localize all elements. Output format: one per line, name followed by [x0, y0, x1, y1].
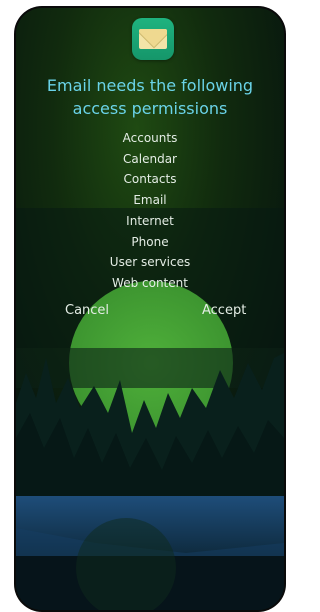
permission-item: Web content	[112, 275, 188, 290]
email-app-icon	[132, 18, 174, 60]
permission-dialog-title: Email needs the following access permiss…	[46, 76, 254, 118]
accept-button[interactable]: Accept	[202, 302, 246, 320]
device-screen: Email needs the following access permiss…	[16, 8, 284, 610]
permission-item: Email	[133, 193, 167, 208]
permission-item: Contacts	[123, 172, 177, 187]
envelope-icon	[139, 29, 167, 49]
cancel-button[interactable]: Cancel	[65, 302, 109, 320]
permission-list: Accounts Calendar Contacts Email Interne…	[16, 128, 284, 294]
permission-item: Accounts	[122, 131, 178, 145]
permission-item: User services	[109, 255, 191, 270]
permission-item: Phone	[131, 234, 169, 249]
permission-item: Internet	[126, 213, 174, 228]
permission-item: Calendar	[123, 151, 177, 166]
